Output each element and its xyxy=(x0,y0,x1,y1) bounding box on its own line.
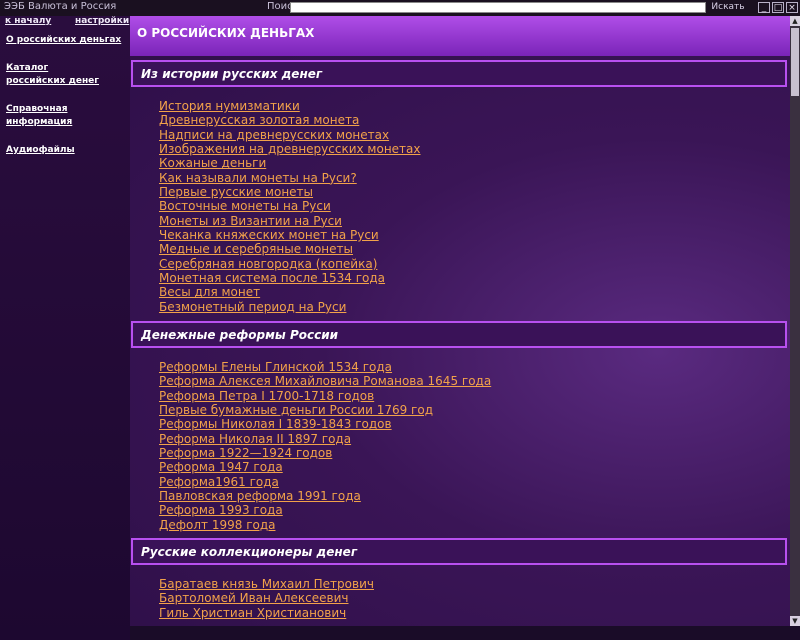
page-header: О РОССИЙСКИХ ДЕНЬГАХ xyxy=(130,16,790,56)
article-link[interactable]: Первые русские монеты xyxy=(159,185,313,199)
list-item: Реформа Алексея Михайловича Романова 164… xyxy=(159,374,491,388)
article-link[interactable]: Реформа Петра I 1700-1718 годов xyxy=(159,389,374,403)
list-item: История нумизматики xyxy=(159,99,421,113)
article-link[interactable]: Реформа1961 года xyxy=(159,475,279,489)
section-title: Из истории русских денег xyxy=(141,67,323,81)
list-item: Баратаев князь Михаил Петрович xyxy=(159,577,374,591)
home-link[interactable]: к началу xyxy=(5,16,51,26)
section-header-history: Из истории русских денег xyxy=(131,60,787,87)
article-link[interactable]: Древнерусская золотая монета xyxy=(159,113,359,127)
list-item: Реформа1961 года xyxy=(159,475,491,489)
list-item: Изображения на древнерусских монетах xyxy=(159,142,421,156)
list-item: Надписи на древнерусских монетах xyxy=(159,128,421,142)
settings-link[interactable]: настройки xyxy=(75,16,129,26)
article-link[interactable]: История нумизматики xyxy=(159,99,300,113)
scroll-thumb[interactable] xyxy=(791,28,799,96)
close-icon[interactable]: × xyxy=(786,2,798,13)
list-item: Реформа 1922—1924 годов xyxy=(159,446,491,460)
scroll-up-icon[interactable]: ▲ xyxy=(790,16,800,26)
article-link[interactable]: Изображения на древнерусских монетах xyxy=(159,142,421,156)
history-link-list: История нумизматики Древнерусская золота… xyxy=(159,99,421,314)
sidebar: к началу настройки О российских деньгах … xyxy=(0,16,130,640)
article-link[interactable]: Реформы Николая I 1839-1843 годов xyxy=(159,417,392,431)
list-item: Медные и серебряные монеты xyxy=(159,242,421,256)
list-item: Древнерусская золотая монета xyxy=(159,113,421,127)
article-link[interactable]: Как называли монеты на Руси? xyxy=(159,171,357,185)
list-item: Монетная система после 1534 года xyxy=(159,271,421,285)
list-item: Чеканка княжеских монет на Руси xyxy=(159,228,421,242)
article-link[interactable]: Монеты из Византии на Руси xyxy=(159,214,342,228)
search-input[interactable] xyxy=(290,2,706,13)
list-item: Реформа 1993 года xyxy=(159,503,491,517)
page-title: О РОССИЙСКИХ ДЕНЬГАХ xyxy=(137,26,315,40)
scroll-down-icon[interactable]: ▼ xyxy=(790,616,800,626)
list-item: Весы для монет xyxy=(159,285,421,299)
list-item: Монеты из Византии на Руси xyxy=(159,214,421,228)
maximize-icon[interactable]: □ xyxy=(772,2,784,13)
article-link[interactable]: Надписи на древнерусских монетах xyxy=(159,128,389,142)
sidebar-item-reference[interactable]: Справочная информация xyxy=(6,103,128,129)
main-content: О РОССИЙСКИХ ДЕНЬГАХ Из истории русских … xyxy=(130,16,790,626)
collectors-link-list: Баратаев князь Михаил Петрович Бартоломе… xyxy=(159,577,374,620)
section-header-reforms: Денежные реформы России xyxy=(131,321,787,348)
article-link[interactable]: Реформа Алексея Михайловича Романова 164… xyxy=(159,374,491,388)
title-bar: ЭЭБ Валюта и Россия Поиск Искать _ □ × xyxy=(0,0,800,17)
section-header-collectors: Русские коллекционеры денег xyxy=(131,538,787,565)
list-item: Кожаные деньги xyxy=(159,156,421,170)
section-title: Русские коллекционеры денег xyxy=(141,545,358,559)
list-item: Реформа 1947 года xyxy=(159,460,491,474)
article-link[interactable]: Медные и серебряные монеты xyxy=(159,242,353,256)
reforms-link-list: Реформы Елены Глинской 1534 года Реформа… xyxy=(159,360,491,532)
article-link[interactable]: Реформа Николая II 1897 года xyxy=(159,432,351,446)
list-item: Павловская реформа 1991 года xyxy=(159,489,491,503)
article-link[interactable]: Реформа 1922—1924 годов xyxy=(159,446,332,460)
list-item: Реформы Елены Глинской 1534 года xyxy=(159,360,491,374)
vertical-scrollbar[interactable]: ▲ ▼ xyxy=(790,16,800,626)
sidebar-item-audio[interactable]: Аудиофайлы xyxy=(6,144,128,157)
list-item: Восточные монеты на Руси xyxy=(159,199,421,213)
article-link[interactable]: Бартоломей Иван Алексеевич xyxy=(159,591,349,605)
article-link[interactable]: Безмонетный период на Руси xyxy=(159,300,346,314)
section-title: Денежные реформы России xyxy=(141,328,339,342)
list-item: Дефолт 1998 года xyxy=(159,518,491,532)
article-link[interactable]: Реформа 1993 года xyxy=(159,503,283,517)
list-item: Реформа Николая II 1897 года xyxy=(159,432,491,446)
app-title: ЭЭБ Валюта и Россия xyxy=(4,1,117,12)
article-link[interactable]: Восточные монеты на Руси xyxy=(159,199,331,213)
list-item: Бартоломей Иван Алексеевич xyxy=(159,591,374,605)
list-item: Гиль Христиан Христианович xyxy=(159,606,374,620)
article-link[interactable]: Чеканка княжеских монет на Руси xyxy=(159,228,379,242)
sidebar-top-nav: к началу настройки xyxy=(0,16,130,27)
article-link[interactable]: Кожаные деньги xyxy=(159,156,266,170)
find-button[interactable]: Искать xyxy=(710,1,746,13)
sidebar-item-about-money[interactable]: О российских деньгах xyxy=(6,34,128,47)
list-item: Реформы Николая I 1839-1843 годов xyxy=(159,417,491,431)
article-link[interactable]: Павловская реформа 1991 года xyxy=(159,489,361,503)
article-link[interactable]: Гиль Христиан Христианович xyxy=(159,606,346,620)
list-item: Первые бумажные деньги России 1769 год xyxy=(159,403,491,417)
sidebar-item-catalog[interactable]: Каталог российских денег xyxy=(6,62,104,88)
bottom-bar xyxy=(130,626,800,640)
list-item: Безмонетный период на Руси xyxy=(159,300,421,314)
article-link[interactable]: Серебряная новгородка (копейка) xyxy=(159,257,377,271)
list-item: Реформа Петра I 1700-1718 годов xyxy=(159,389,491,403)
article-link[interactable]: Дефолт 1998 года xyxy=(159,518,275,532)
article-link[interactable]: Реформы Елены Глинской 1534 года xyxy=(159,360,392,374)
article-link[interactable]: Баратаев князь Михаил Петрович xyxy=(159,577,374,591)
article-link[interactable]: Весы для монет xyxy=(159,285,260,299)
list-item: Первые русские монеты xyxy=(159,185,421,199)
article-link[interactable]: Монетная система после 1534 года xyxy=(159,271,385,285)
minimize-icon[interactable]: _ xyxy=(758,2,770,13)
article-link[interactable]: Первые бумажные деньги России 1769 год xyxy=(159,403,433,417)
list-item: Серебряная новгородка (копейка) xyxy=(159,257,421,271)
list-item: Как называли монеты на Руси? xyxy=(159,171,421,185)
article-link[interactable]: Реформа 1947 года xyxy=(159,460,283,474)
